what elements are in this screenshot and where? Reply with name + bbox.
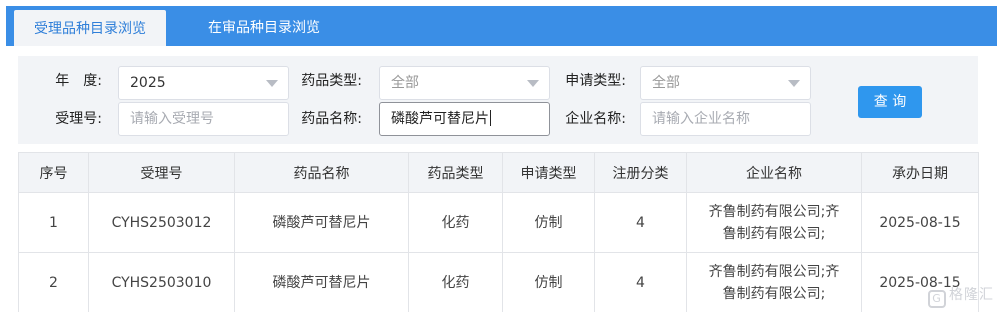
col-header-drug-name: 药品名称 xyxy=(234,152,409,193)
col-header-company: 企业名称 xyxy=(686,152,862,193)
tab-bar: 受理品种目录浏览 在审品种目录浏览 xyxy=(6,6,997,46)
cell-reg-class: 4 xyxy=(594,252,687,312)
table-row[interactable]: 1 CYHS2503012 磷酸芦可替尼片 化药 仿制 4 齐鲁制药有限公司;齐… xyxy=(18,192,979,253)
tab-under-review-catalog[interactable]: 在审品种目录浏览 xyxy=(186,6,342,46)
year-select-value: 2025 xyxy=(130,75,166,91)
accept-no-input[interactable]: 请输入受理号 xyxy=(118,102,289,136)
apply-type-label: 申请类型: xyxy=(565,73,626,89)
chevron-down-icon xyxy=(266,80,278,87)
drug-name-input-value: 磷酸芦可替尼片 xyxy=(391,111,489,127)
company-label: 企业名称: xyxy=(565,111,626,127)
col-header-reg-class: 注册分类 xyxy=(594,152,687,193)
cell-drug-type: 化药 xyxy=(408,252,503,312)
chevron-down-icon xyxy=(788,80,800,87)
cell-company: 齐鲁制药有限公司;齐鲁制药有限公司; xyxy=(686,192,862,253)
cell-accept-no: CYHS2503010 xyxy=(88,252,235,312)
query-button[interactable]: 查 询 xyxy=(858,86,922,118)
cell-no: 2 xyxy=(18,252,89,312)
company-input[interactable]: 请输入企业名称 xyxy=(640,102,811,136)
cell-reg-class: 4 xyxy=(594,192,687,253)
filter-panel: 年 度: 2025 药品类型: 全部 申请类型: 全部 查 询 受理号: 请输入… xyxy=(18,56,978,144)
watermark: G 格隆汇 xyxy=(928,284,994,308)
results-table: 序号 受理号 药品名称 药品类型 申请类型 注册分类 企业名称 承办日期 1 C… xyxy=(18,152,979,312)
table-row[interactable]: 2 CYHS2503010 磷酸芦可替尼片 化药 仿制 4 齐鲁制药有限公司;齐… xyxy=(18,252,979,312)
cell-company: 齐鲁制药有限公司;齐鲁制药有限公司; xyxy=(686,252,862,312)
year-label: 年 度: xyxy=(55,73,102,89)
drug-type-select-value: 全部 xyxy=(391,75,419,91)
watermark-logo-icon: G xyxy=(928,290,946,308)
cell-drug-name: 磷酸芦可替尼片 xyxy=(234,252,409,312)
cell-no: 1 xyxy=(18,192,89,253)
cell-apply-type: 仿制 xyxy=(502,192,595,253)
col-header-no: 序号 xyxy=(18,152,89,193)
cell-apply-type: 仿制 xyxy=(502,252,595,312)
accept-no-label: 受理号: xyxy=(55,111,102,127)
drug-name-label: 药品名称: xyxy=(301,111,362,127)
cell-accept-no: CYHS2503012 xyxy=(88,192,235,253)
year-select[interactable]: 2025 xyxy=(118,66,289,100)
drug-type-label: 药品类型: xyxy=(301,73,362,89)
drug-name-input[interactable]: 磷酸芦可替尼片 xyxy=(379,102,550,136)
text-cursor xyxy=(490,110,491,126)
apply-type-select[interactable]: 全部 xyxy=(640,66,811,100)
cell-date: 2025-08-15 xyxy=(861,192,979,253)
chevron-down-icon xyxy=(527,80,539,87)
apply-type-select-value: 全部 xyxy=(652,75,680,91)
tab-accepted-catalog[interactable]: 受理品种目录浏览 xyxy=(14,10,166,46)
col-header-apply-type: 申请类型 xyxy=(502,152,595,193)
cell-drug-name: 磷酸芦可替尼片 xyxy=(234,192,409,253)
col-header-date: 承办日期 xyxy=(861,152,979,193)
drug-type-select[interactable]: 全部 xyxy=(379,66,550,100)
col-header-drug-type: 药品类型 xyxy=(408,152,503,193)
watermark-text: 格隆汇 xyxy=(949,287,994,303)
table-header-row: 序号 受理号 药品名称 药品类型 申请类型 注册分类 企业名称 承办日期 xyxy=(18,152,979,193)
cell-drug-type: 化药 xyxy=(408,192,503,253)
col-header-accept-no: 受理号 xyxy=(88,152,235,193)
